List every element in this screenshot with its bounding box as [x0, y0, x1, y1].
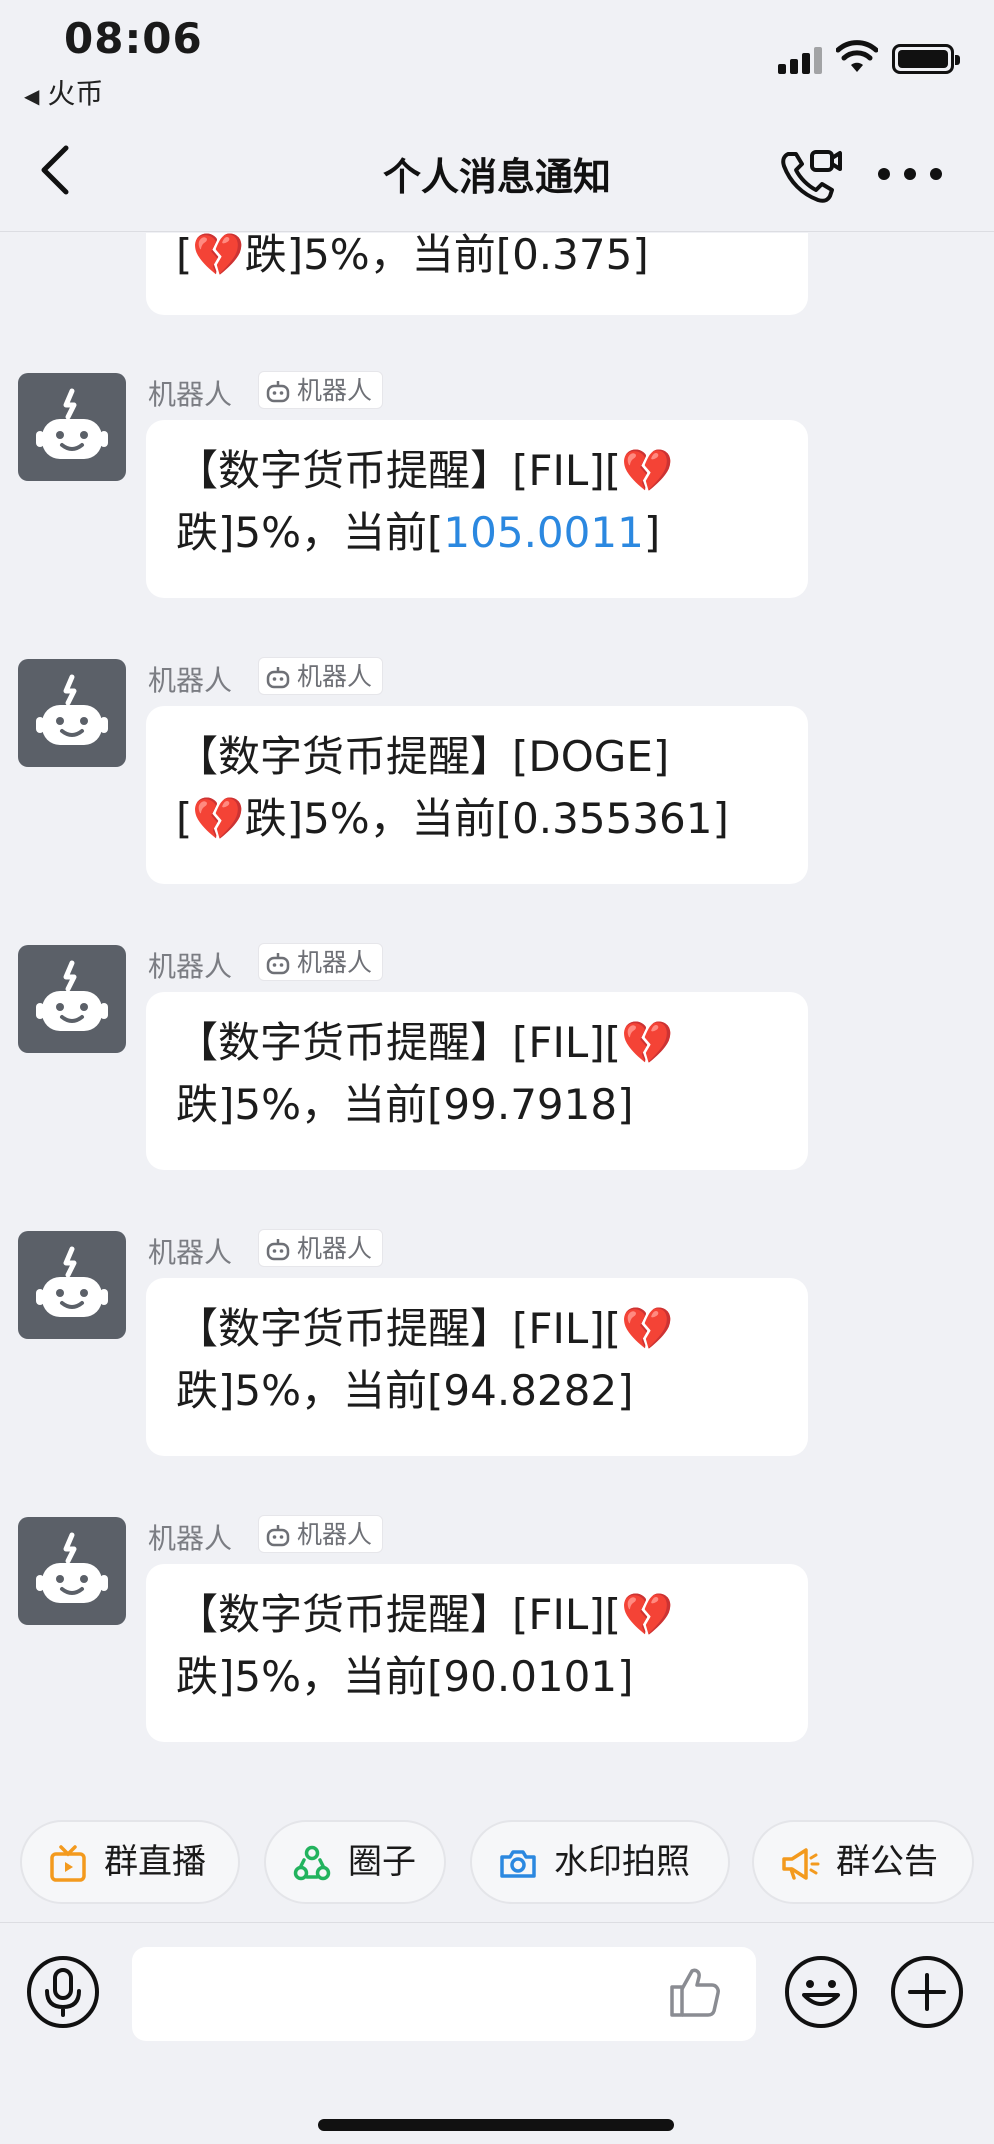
- robot-badge: 机器人: [258, 1229, 384, 1267]
- voice-input-icon[interactable]: [26, 1955, 100, 2029]
- broken-heart-icon: 💔: [621, 1304, 674, 1353]
- robot-icon: [36, 388, 108, 459]
- bracket-text: [: [176, 233, 193, 279]
- message-text: 跌]5%，当前[0.375]: [244, 233, 649, 279]
- phone-video-call-icon[interactable]: [776, 144, 844, 204]
- message-line: 跌]5%，当前[105.0011]: [176, 508, 661, 557]
- sender-name: 机器人: [148, 1236, 233, 1269]
- robot-avatar[interactable]: [18, 373, 126, 481]
- robot-badge-icon: [266, 1239, 290, 1261]
- robot-avatar[interactable]: [18, 659, 126, 767]
- message-line: 跌]5%，当前[99.7918]: [176, 1080, 634, 1129]
- chip-label: 水印拍照: [554, 1842, 690, 1882]
- message-bubble[interactable]: 【数字货币提醒】[FIL][💔 跌]5%，当前[90.0101]: [146, 1564, 808, 1742]
- robot-icon: [36, 960, 108, 1031]
- camera-icon: [500, 1850, 536, 1878]
- robot-badge-icon: [266, 1525, 290, 1547]
- group-announcement-chip[interactable]: 群公告: [752, 1820, 974, 1904]
- broken-heart-icon: 💔: [621, 446, 674, 495]
- robot-badge: 机器人: [258, 371, 384, 409]
- robot-icon: [36, 674, 108, 745]
- status-bar: 08:06 ◀ 火币: [0, 0, 994, 112]
- message-line: 跌]5%，当前[94.8282]: [176, 1366, 634, 1415]
- message-line: 【数字货币提醒】[DOGE]: [176, 732, 670, 781]
- home-indicator: [318, 2119, 674, 2131]
- robot-icon: [36, 1246, 108, 1317]
- broken-heart-icon: 💔: [621, 1018, 674, 1067]
- message-line: 【数字货币提醒】[FIL][💔: [176, 1018, 674, 1067]
- cellular-signal-icon: [778, 46, 824, 74]
- message-line: 跌]5%，当前[90.0101]: [176, 1652, 634, 1701]
- chat-message-list[interactable]: [💔跌]5%，当前[0.375] 机器人 机器人 【数字货币提醒】[FIL][💔…: [0, 233, 994, 1813]
- battery-icon: [892, 44, 960, 74]
- chip-label: 圈子: [348, 1842, 416, 1882]
- robot-badge: 机器人: [258, 1515, 384, 1553]
- input-bar: [0, 1922, 994, 2144]
- robot-badge: 机器人: [258, 657, 384, 695]
- quick-action-bar: 群直播 圈子 水印拍照 群公告: [0, 1820, 994, 1910]
- broken-heart-icon: 💔: [192, 794, 245, 843]
- status-time: 08:06: [64, 14, 203, 63]
- robot-badge-icon: [266, 381, 290, 403]
- thumbs-up-icon[interactable]: [666, 1963, 724, 2021]
- wifi-icon: [836, 40, 878, 72]
- message-line: 【数字货币提醒】[FIL][💔: [176, 1304, 674, 1353]
- sender-name: 机器人: [148, 664, 233, 697]
- emoji-icon[interactable]: [784, 1955, 858, 2029]
- message-line: 【数字货币提醒】[FIL][💔: [176, 1590, 674, 1639]
- robot-badge: 机器人: [258, 943, 384, 981]
- robot-icon: [36, 1532, 108, 1603]
- chip-label: 群直播: [104, 1842, 206, 1882]
- circle-group-icon: [293, 1845, 331, 1881]
- back-app-name: 火币: [47, 77, 104, 110]
- page-title: 个人消息通知: [382, 155, 611, 199]
- broken-heart-icon: 💔: [192, 233, 245, 279]
- more-options-icon[interactable]: [878, 168, 942, 180]
- robot-avatar[interactable]: [18, 1517, 126, 1625]
- nav-bar: 个人消息通知: [0, 112, 994, 232]
- broken-heart-icon: 💔: [621, 1590, 674, 1639]
- message-bubble[interactable]: 【数字货币提醒】[FIL][💔 跌]5%，当前[99.7918]: [146, 992, 808, 1170]
- robot-badge-icon: [266, 667, 290, 689]
- message-bubble[interactable]: 【数字货币提醒】[FIL][💔 跌]5%，当前[105.0011]: [146, 420, 808, 598]
- robot-avatar[interactable]: [18, 945, 126, 1053]
- robot-avatar[interactable]: [18, 1231, 126, 1339]
- sender-name: 机器人: [148, 378, 233, 411]
- message-bubble[interactable]: 【数字货币提醒】[FIL][💔 跌]5%，当前[94.8282]: [146, 1278, 808, 1456]
- message-input[interactable]: [132, 1947, 756, 2041]
- live-tv-icon: [50, 1845, 86, 1882]
- circle-chip[interactable]: 圈子: [264, 1820, 446, 1904]
- watermark-photo-chip[interactable]: 水印拍照: [470, 1820, 730, 1904]
- message-bubble-partial[interactable]: [💔跌]5%，当前[0.375]: [146, 233, 808, 315]
- sender-name: 机器人: [148, 950, 233, 983]
- back-to-app-link[interactable]: ◀ 火币: [24, 72, 103, 112]
- megaphone-icon: [782, 1848, 820, 1880]
- sender-name: 机器人: [148, 1522, 233, 1555]
- plus-icon[interactable]: [890, 1955, 964, 2029]
- group-live-chip[interactable]: 群直播: [20, 1820, 240, 1904]
- message-line: [💔跌]5%，当前[0.355361]: [176, 794, 729, 843]
- price-link[interactable]: 105.0011: [443, 508, 643, 557]
- back-triangle-icon: ◀: [24, 84, 40, 108]
- robot-badge-icon: [266, 953, 290, 975]
- message-bubble[interactable]: 【数字货币提醒】[DOGE] [💔跌]5%，当前[0.355361]: [146, 706, 808, 884]
- chip-label: 群公告: [836, 1842, 938, 1882]
- message-line: 【数字货币提醒】[FIL][💔: [176, 446, 674, 495]
